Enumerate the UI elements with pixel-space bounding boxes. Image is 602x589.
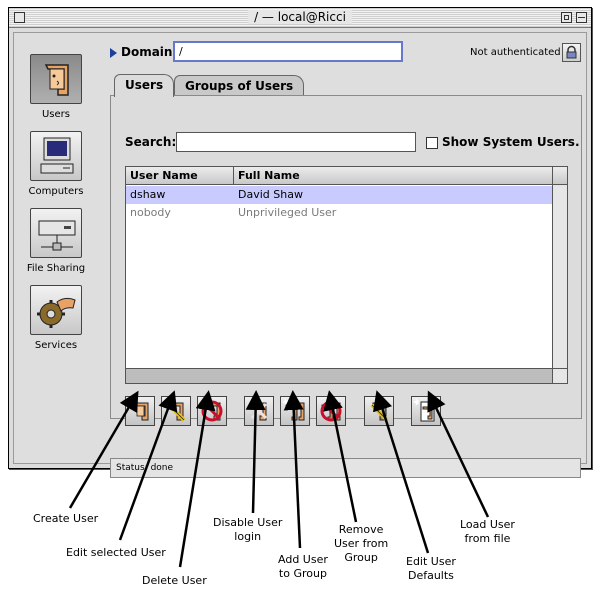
callout-edit-user: Edit selected User bbox=[66, 546, 166, 560]
tab-users[interactable]: Users bbox=[114, 74, 175, 97]
callout-line: Remove bbox=[338, 523, 384, 536]
callout-line: User from bbox=[334, 537, 389, 550]
callout-create-user: Create User bbox=[33, 512, 98, 526]
callout-add-to-group: Add User to Group bbox=[278, 553, 328, 581]
callout-delete-user: Delete User bbox=[142, 574, 207, 588]
callout-line: from file bbox=[464, 532, 511, 545]
callout-line: Defaults bbox=[407, 569, 454, 582]
callout-line: Edit User bbox=[406, 555, 456, 568]
callout-line: Disable User bbox=[213, 516, 283, 529]
callout-line: to Group bbox=[278, 567, 327, 580]
callout-remove-group: Remove User from Group bbox=[334, 523, 388, 565]
arrow-load-file bbox=[427, 390, 490, 518]
callout-edit-defaults: Edit User Defaults bbox=[406, 555, 456, 583]
callout-line: Load User bbox=[460, 518, 515, 531]
callout-line: Add User bbox=[278, 553, 328, 566]
arrow-edit-user bbox=[118, 390, 178, 541]
callout-text: Create User bbox=[33, 512, 99, 525]
arrow-add-to-group bbox=[283, 390, 304, 549]
callout-line: login bbox=[234, 530, 262, 543]
callout-arrows bbox=[68, 390, 490, 568]
arrow-delete-user bbox=[178, 390, 216, 568]
callout-load-file: Load User from file bbox=[460, 518, 515, 546]
callout-line: Group bbox=[344, 551, 378, 564]
arrow-create-user bbox=[68, 390, 139, 509]
callout-disable-login: Disable User login bbox=[213, 516, 282, 544]
arrow-disable-login bbox=[245, 390, 266, 514]
callout-text: Edit selected User bbox=[66, 546, 166, 559]
arrow-remove-group bbox=[323, 390, 358, 523]
callout-text: Delete User bbox=[142, 574, 207, 587]
